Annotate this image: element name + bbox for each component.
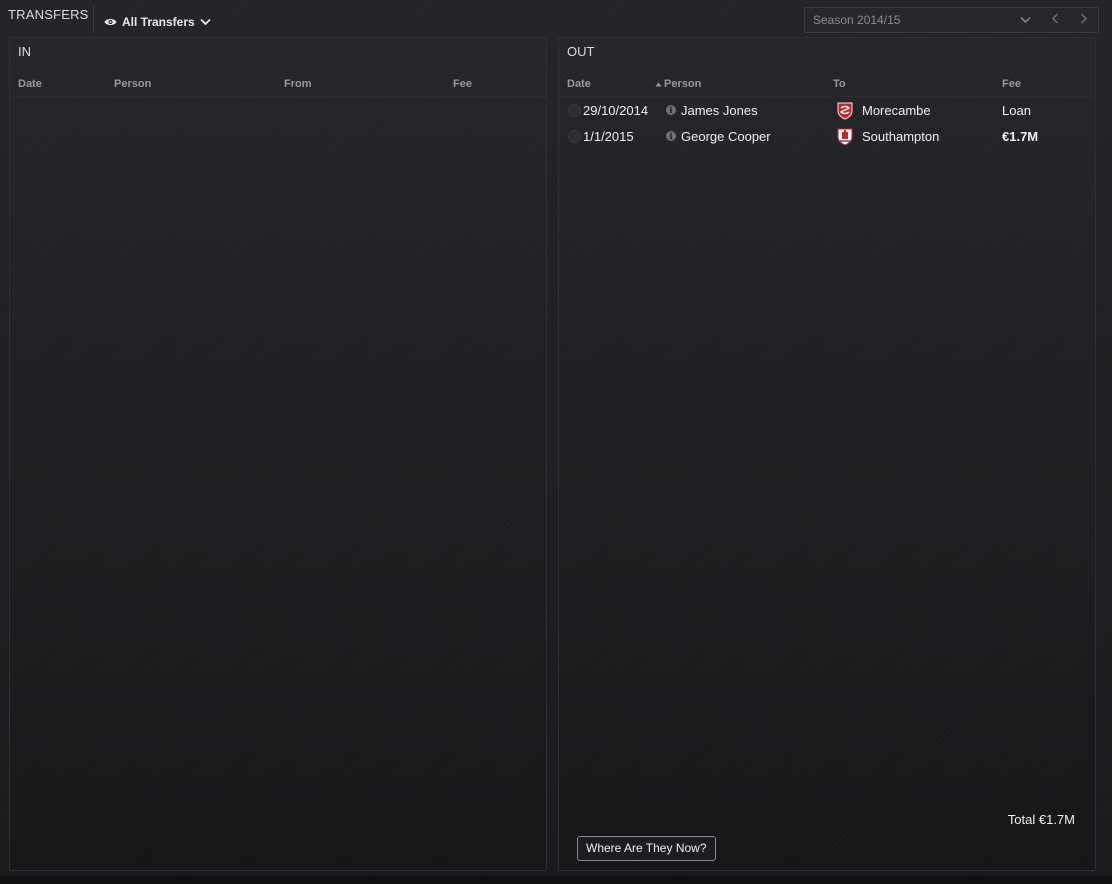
row-date: 1/1/2015 (583, 129, 634, 144)
transfers-out-panel: OUT Date Person To Fee 29/10/2014 i Jame… (558, 37, 1096, 871)
row-fee: Loan (1002, 103, 1031, 118)
row-club[interactable]: Southampton (862, 129, 939, 144)
header-divider (10, 96, 546, 97)
chevron-down-icon (200, 18, 211, 26)
total-value: €1.7M (1038, 812, 1075, 827)
total-fee: Total €1.7M (1008, 812, 1075, 827)
filter-dropdown[interactable]: All Transfers (104, 12, 211, 32)
column-header-date[interactable]: Date (567, 78, 591, 90)
chevron-down-icon (1020, 11, 1031, 29)
season-next-button[interactable] (1069, 8, 1098, 32)
season-selector[interactable]: Season 2014/15 (804, 7, 1099, 33)
title-divider (93, 6, 94, 33)
eye-icon (104, 17, 117, 27)
panel-title-in: IN (18, 44, 31, 59)
chevron-right-icon (1080, 11, 1088, 29)
row-person[interactable]: George Cooper (681, 129, 771, 144)
page-title: TRANSFERS (8, 7, 89, 22)
clock-icon (568, 130, 581, 143)
where-are-they-now-button[interactable]: Where Are They Now? (577, 836, 716, 861)
table-row[interactable]: 29/10/2014 i James Jones Morecambe Loan (559, 98, 1095, 124)
row-club[interactable]: Morecambe (862, 103, 931, 118)
panel-title-out: OUT (567, 44, 595, 59)
total-label: Total (1007, 812, 1036, 827)
chevron-left-icon (1051, 11, 1059, 29)
column-header-person[interactable]: Person (655, 78, 701, 90)
column-header-from[interactable]: From (284, 78, 312, 90)
filter-label: All Transfers (122, 15, 195, 29)
info-icon[interactable]: i (666, 131, 676, 141)
info-icon[interactable]: i (666, 105, 676, 115)
row-person[interactable]: James Jones (681, 103, 758, 118)
row-date: 29/10/2014 (583, 103, 649, 118)
header-divider (559, 96, 1095, 97)
column-header-to[interactable]: To (833, 78, 846, 90)
season-label: Season 2014/15 (813, 13, 901, 27)
table-row[interactable]: 1/1/2015 i George Cooper Southampton €1.… (559, 124, 1095, 150)
club-crest-icon (837, 102, 853, 123)
column-header-fee[interactable]: Fee (453, 78, 472, 90)
clock-icon (568, 104, 581, 117)
column-header-person[interactable]: Person (114, 78, 151, 90)
bottom-strip (0, 876, 1112, 884)
row-fee: €1.7M (1002, 129, 1039, 144)
transfers-in-panel: IN Date Person From Fee (9, 37, 547, 871)
season-prev-button[interactable] (1040, 8, 1069, 32)
column-header-fee[interactable]: Fee (1002, 78, 1021, 90)
column-header-date[interactable]: Date (18, 78, 42, 90)
club-crest-icon (837, 128, 853, 149)
column-header-person-label: Person (664, 78, 702, 90)
transfers-screen: TRANSFERS All Transfers Season 2014/15 I… (0, 0, 1112, 884)
sort-ascending-icon (655, 78, 662, 90)
season-dropdown-button[interactable] (1011, 8, 1040, 32)
